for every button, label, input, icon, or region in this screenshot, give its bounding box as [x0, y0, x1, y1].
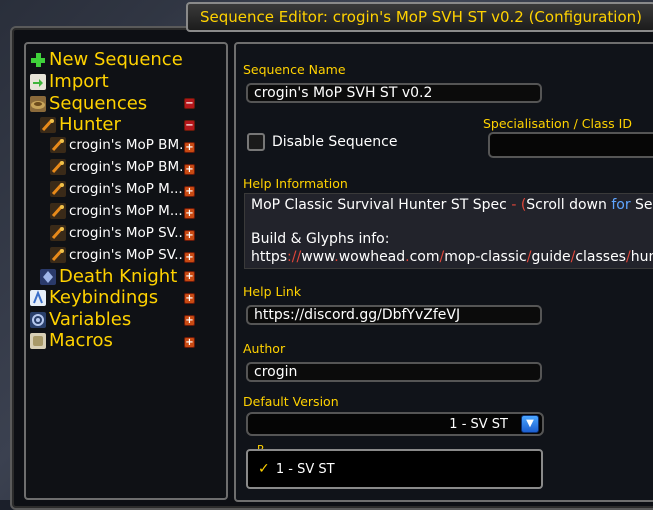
sidebar-item-label: Sequences — [49, 93, 148, 114]
sidebar-item-hunter-sequence[interactable]: crogin's MoP SV... — [50, 247, 187, 263]
default-version-value: 1 - SV ST — [449, 417, 508, 432]
spec-class-input[interactable] — [488, 132, 653, 158]
sidebar-item-label: Variables — [49, 309, 132, 330]
help-line-3: https://www.wowhead.com/mop-classic/guid… — [251, 249, 653, 265]
sequence-name-label: Sequence Name — [243, 62, 346, 77]
help-link-input[interactable]: https://discord.gg/DbfYvZfeVJ — [246, 305, 542, 325]
sidebar-item-label: crogin's MoP M... — [69, 181, 183, 197]
expand-death-knight-button[interactable]: + — [184, 271, 195, 282]
help-line-1: MoP Classic Survival Hunter ST Spec - (S… — [251, 197, 653, 213]
default-version-label: Default Version — [243, 394, 339, 409]
sidebar-item-hunter-sequence[interactable]: crogin's MoP BM... — [50, 159, 192, 175]
chevron-down-icon[interactable]: ▼ — [521, 415, 539, 433]
macros-icon — [30, 332, 46, 349]
variables-icon — [30, 311, 46, 328]
sidebar-item-label: crogin's MoP M... — [69, 203, 183, 219]
hunter-class-icon — [40, 116, 56, 133]
sidebar-item-label: crogin's MoP SV... — [69, 225, 188, 241]
sidebar-item-label: Import — [49, 71, 109, 92]
death-knight-class-icon — [40, 268, 56, 285]
hunter-class-icon — [50, 137, 66, 153]
disable-sequence-label: Disable Sequence — [272, 134, 398, 150]
expand-sequence-button[interactable]: + — [184, 186, 195, 197]
sidebar-item-label: Keybindings — [49, 287, 159, 308]
hunter-class-icon — [50, 203, 66, 219]
sidebar-item-label: New Sequence — [49, 49, 183, 70]
hunter-class-icon — [50, 225, 66, 241]
sidebar-item-keybindings[interactable]: Keybindings — [30, 287, 158, 308]
sidebar-item-macros[interactable]: Macros — [30, 330, 113, 351]
collapse-sequences-button[interactable]: − — [184, 98, 195, 109]
expand-sequence-button[interactable]: + — [184, 164, 195, 175]
expand-keybindings-button[interactable]: + — [184, 293, 195, 304]
sidebar-item-label: Macros — [49, 330, 113, 351]
help-line-2: Build & Glyphs info: — [251, 231, 390, 247]
help-information-textarea[interactable]: MoP Classic Survival Hunter ST Spec - (S… — [244, 193, 653, 269]
import-icon — [30, 73, 46, 90]
collapse-hunter-button[interactable]: − — [184, 120, 195, 131]
checkmark-icon: ✓ — [258, 461, 270, 477]
expand-sequence-button[interactable]: + — [184, 230, 195, 241]
author-input[interactable]: crogin — [246, 362, 542, 382]
help-link-label: Help Link — [243, 284, 302, 299]
sidebar-item-label: crogin's MoP BM... — [69, 159, 192, 175]
sidebar-item-label: crogin's MoP SV... — [69, 247, 188, 263]
hunter-class-icon — [50, 159, 66, 175]
sidebar-item-hunter[interactable]: Hunter — [40, 114, 121, 135]
disable-sequence-checkbox[interactable] — [247, 133, 265, 151]
default-version-dropdown[interactable]: 1 - SV ST ▼ — [246, 412, 544, 436]
sidebar-item-hunter-sequence[interactable]: crogin's MoP M... — [50, 181, 183, 197]
sidebar-item-hunter-sequence[interactable]: crogin's MoP M... — [50, 203, 183, 219]
expand-sequence-button[interactable]: + — [184, 252, 195, 263]
sidebar-item-label: Death Knight — [59, 266, 178, 287]
sidebar-item-hunter-sequence[interactable]: crogin's MoP SV... — [50, 225, 187, 241]
sidebar-item-new-sequence[interactable]: New Sequence — [30, 49, 183, 70]
version-item-label: 1 - SV ST — [275, 462, 335, 477]
sidebar-item-sequences[interactable]: Sequences — [30, 93, 147, 114]
window-title: Sequence Editor: crogin's MoP SVH ST v0.… — [199, 8, 643, 26]
help-information-label: Help Information — [243, 176, 348, 191]
spec-class-label: Specialisation / Class ID — [483, 116, 632, 131]
sequence-name-input[interactable]: crogin's MoP SVH ST v0.2 — [246, 83, 542, 103]
sidebar-item-hunter-sequence[interactable]: crogin's MoP BM... — [50, 137, 192, 153]
author-label: Author — [243, 341, 286, 356]
expand-variables-button[interactable]: + — [184, 315, 195, 326]
sidebar-item-label: Hunter — [59, 114, 121, 135]
sidebar-item-import[interactable]: Import — [30, 71, 109, 92]
expand-macros-button[interactable]: + — [184, 337, 195, 348]
hunter-class-icon — [50, 247, 66, 263]
keybindings-icon — [30, 289, 46, 306]
versions-list: ✓ 1 - SV ST — [246, 449, 543, 489]
sequences-icon — [30, 95, 46, 112]
hunter-class-icon — [50, 181, 66, 197]
expand-sequence-button[interactable]: + — [184, 142, 195, 153]
sidebar-item-label: crogin's MoP BM... — [69, 137, 192, 153]
sidebar-item-variables[interactable]: Variables — [30, 309, 131, 330]
window-title-bar[interactable]: Sequence Editor: crogin's MoP SVH ST v0.… — [186, 2, 653, 32]
sidebar-item-death-knight[interactable]: Death Knight — [40, 266, 177, 287]
green-plus-icon — [30, 52, 46, 68]
list-item[interactable]: ✓ 1 - SV ST — [258, 461, 335, 477]
expand-sequence-button[interactable]: + — [184, 208, 195, 219]
